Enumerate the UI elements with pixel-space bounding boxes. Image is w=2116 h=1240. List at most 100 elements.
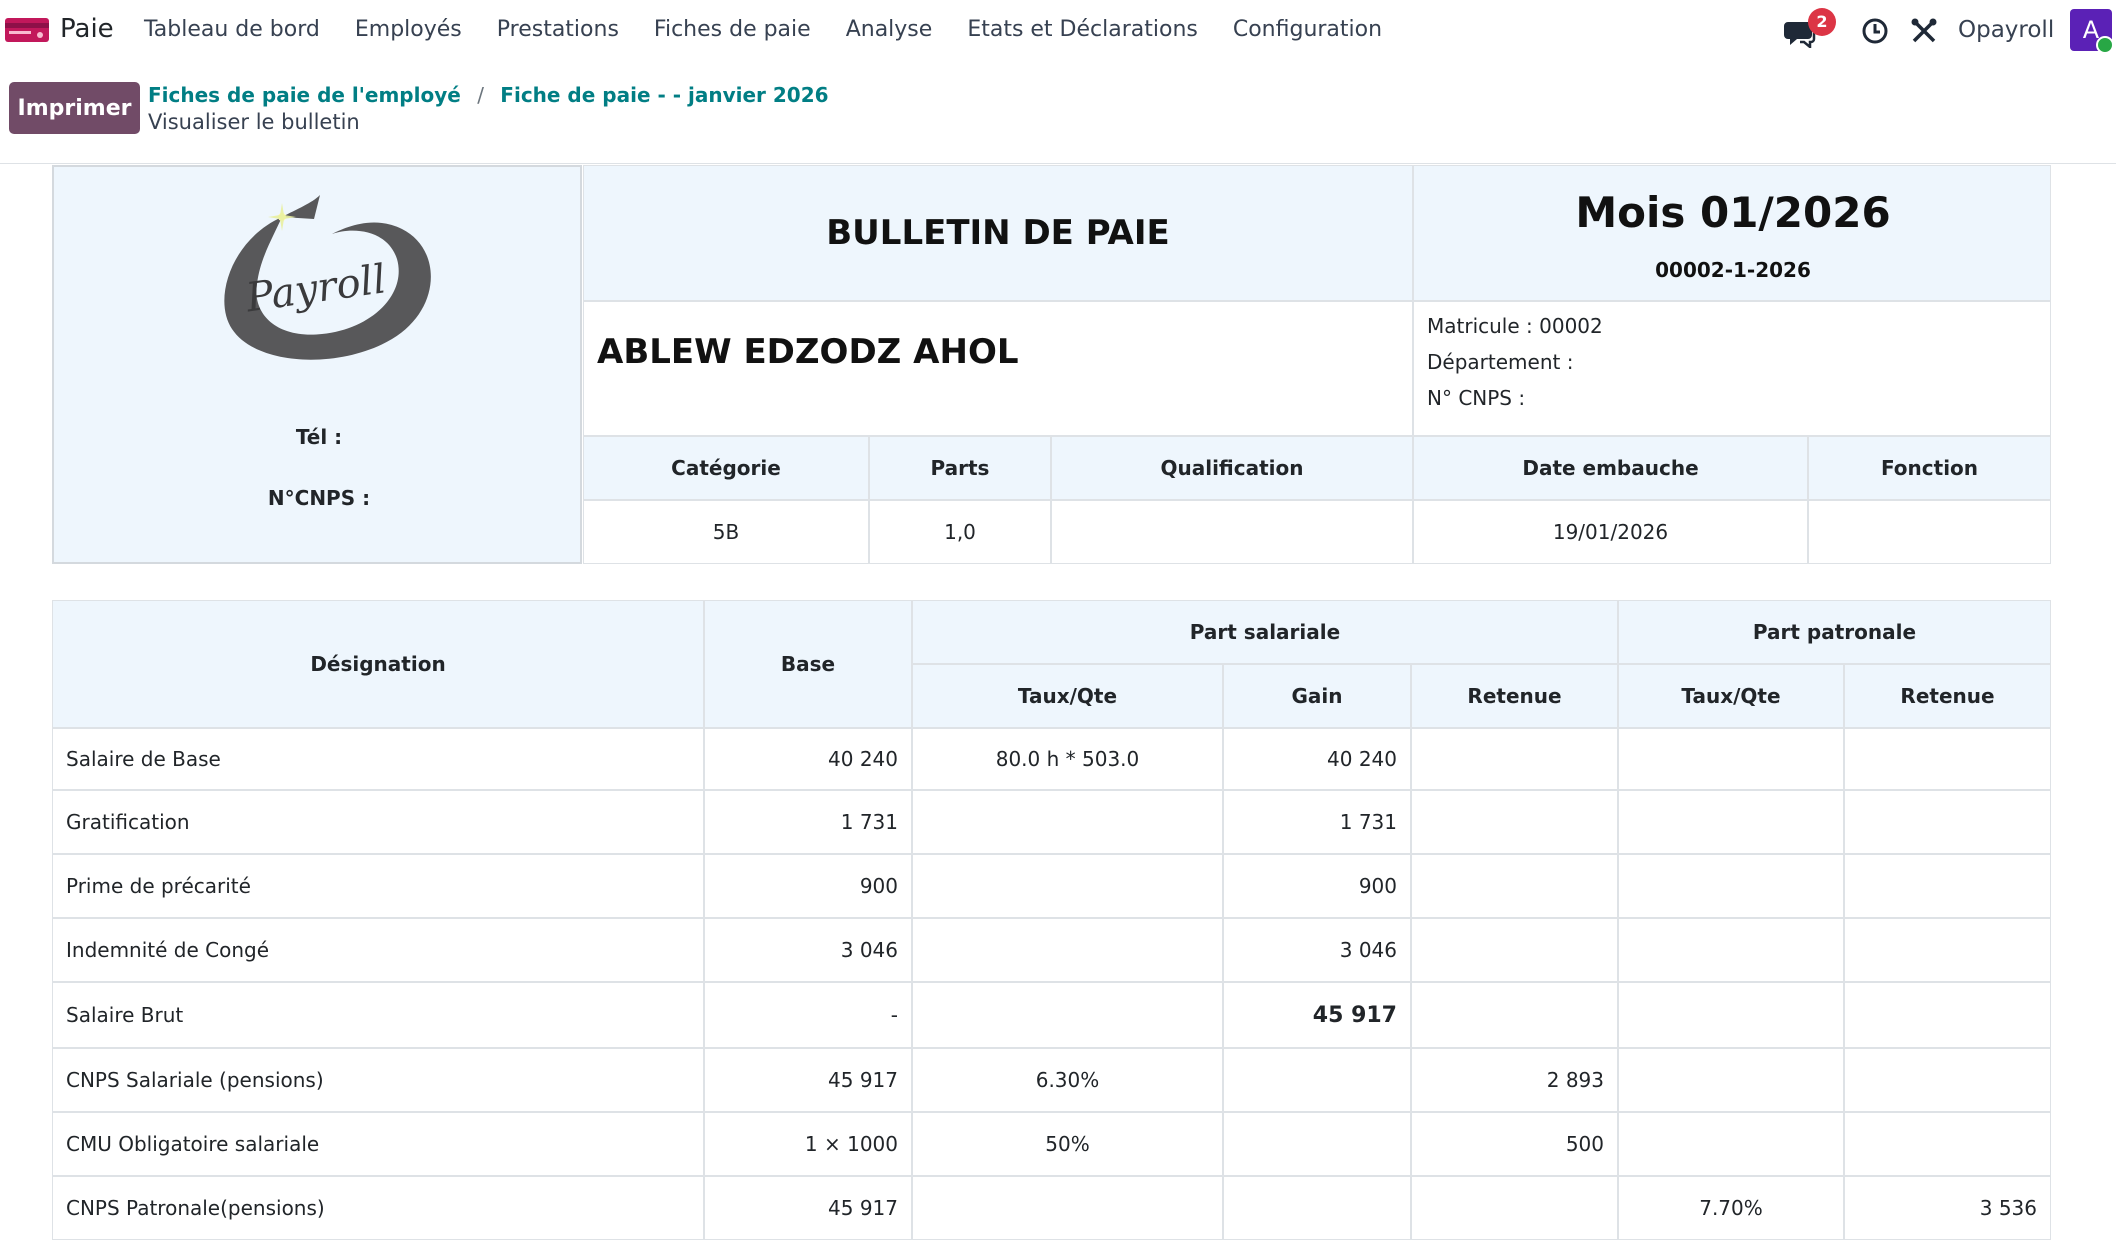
cell-retenue-salariale	[1411, 918, 1618, 982]
cell-retenue-patronale	[1844, 1112, 2051, 1176]
tools-icon[interactable]	[1909, 16, 1939, 46]
cell-retenue-salariale	[1411, 790, 1618, 854]
col-date-embauche: Date embauche	[1413, 436, 1808, 500]
print-button[interactable]: Imprimer	[9, 82, 140, 134]
cell-gain: 3 046	[1223, 918, 1411, 982]
cell-retenue-patronale: 3 536	[1844, 1176, 2051, 1240]
pay-month: Mois 01/2026	[1575, 188, 1891, 237]
cell-base: 45 917	[704, 1048, 912, 1112]
payroll-logo: Payroll	[224, 195, 431, 360]
main-menu: Tableau de bord Employés Prestations Fic…	[144, 17, 1417, 42]
cell-retenue-patronale	[1844, 790, 2051, 854]
employee-cnps: N° CNPS :	[1427, 386, 1526, 410]
cell-taux-patronal	[1618, 854, 1844, 918]
col-taux-salarial: Taux/Qte	[912, 664, 1223, 728]
cell-retenue-patronale	[1844, 728, 2051, 790]
value-qualification	[1051, 500, 1413, 564]
cell-retenue-patronale	[1844, 854, 2051, 918]
online-status-dot	[2096, 36, 2114, 54]
cell-retenue-salariale	[1411, 728, 1618, 790]
cell-base: 40 240	[704, 728, 912, 790]
breadcrumb-employee-payslips[interactable]: Fiches de paie de l'employé	[148, 83, 461, 107]
menu-configuration[interactable]: Configuration	[1233, 17, 1382, 42]
payroll-app-icon[interactable]	[5, 16, 49, 44]
cell-designation: Prime de précarité	[52, 854, 704, 918]
cell-taux-patronal	[1618, 728, 1844, 790]
menu-analyse[interactable]: Analyse	[846, 17, 933, 42]
col-gain: Gain	[1223, 664, 1411, 728]
cell-retenue-salariale: 2 893	[1411, 1048, 1618, 1112]
cell-taux-patronal	[1618, 790, 1844, 854]
col-designation: Désignation	[52, 600, 704, 728]
cell-retenue-salariale: 500	[1411, 1112, 1618, 1176]
cell-designation: Indemnité de Congé	[52, 918, 704, 982]
breadcrumb: Fiches de paie de l'employé / Fiche de p…	[148, 83, 829, 107]
cell-designation: CMU Obligatoire salariale	[52, 1112, 704, 1176]
cell-base: 3 046	[704, 918, 912, 982]
cell-taux-salarial	[912, 982, 1223, 1048]
menu-prestations[interactable]: Prestations	[497, 17, 619, 42]
company-phone-label: Tél :	[295, 425, 343, 449]
cell-gain: 45 917	[1223, 982, 1411, 1048]
menu-etats-declarations[interactable]: Etats et Déclarations	[967, 17, 1198, 42]
cell-taux-patronal	[1618, 982, 1844, 1048]
bulletin-title-cell: BULLETIN DE PAIE	[583, 165, 1413, 301]
cell-taux-salarial	[912, 1176, 1223, 1240]
clock-icon[interactable]	[1860, 16, 1890, 46]
cell-base: 1 × 1000	[704, 1112, 912, 1176]
cell-taux-patronal	[1618, 1048, 1844, 1112]
col-taux-patronal: Taux/Qte	[1618, 664, 1844, 728]
menu-employes[interactable]: Employés	[355, 17, 462, 42]
breadcrumb-separator: /	[477, 83, 484, 107]
cell-taux-patronal	[1618, 918, 1844, 982]
cell-taux-salarial	[912, 918, 1223, 982]
col-parts: Parts	[869, 436, 1051, 500]
cell-designation: CNPS Salariale (pensions)	[52, 1048, 704, 1112]
cell-gain: 40 240	[1223, 728, 1411, 790]
cell-gain	[1223, 1112, 1411, 1176]
cell-taux-patronal	[1618, 1112, 1844, 1176]
cell-designation: Salaire de Base	[52, 728, 704, 790]
cell-base: 45 917	[704, 1176, 912, 1240]
employee-name: ABLEW EDZODZ AHOL	[597, 332, 1019, 372]
group-part-salariale: Part salariale	[912, 600, 1618, 664]
page-subtitle: Visualiser le bulletin	[148, 110, 360, 134]
cell-taux-salarial: 80.0 h * 503.0	[912, 728, 1223, 790]
control-panel-divider	[0, 163, 2116, 164]
bulletin-title: BULLETIN DE PAIE	[826, 213, 1170, 253]
matricule: Matricule : 00002	[1427, 314, 1603, 338]
col-retenue-salariale: Retenue	[1411, 664, 1618, 728]
value-fonction	[1808, 500, 2051, 564]
cell-designation: Salaire Brut	[52, 982, 704, 1048]
company-logo-cell: Payroll Tél : N°CNPS :	[52, 165, 582, 564]
value-parts: 1,0	[869, 500, 1051, 564]
app-name[interactable]: Paie	[60, 14, 114, 44]
cell-gain: 900	[1223, 854, 1411, 918]
cell-retenue-patronale	[1844, 1048, 2051, 1112]
cell-retenue-salariale	[1411, 1176, 1618, 1240]
cell-retenue-salariale	[1411, 854, 1618, 918]
col-base: Base	[704, 600, 912, 728]
cell-retenue-patronale	[1844, 918, 2051, 982]
employee-name-cell: ABLEW EDZODZ AHOL	[583, 301, 1413, 436]
breadcrumb-payslip[interactable]: Fiche de paie - - janvier 2026	[500, 83, 828, 107]
col-qualification: Qualification	[1051, 436, 1413, 500]
top-navbar: Paie Tableau de bord Employés Prestation…	[0, 0, 2116, 62]
cell-gain: 1 731	[1223, 790, 1411, 854]
cell-designation: CNPS Patronale(pensions)	[52, 1176, 704, 1240]
menu-fiches-de-paie[interactable]: Fiches de paie	[654, 17, 811, 42]
cell-taux-salarial	[912, 790, 1223, 854]
company-cnps-label: N°CNPS :	[267, 486, 371, 510]
menu-tableau-de-bord[interactable]: Tableau de bord	[144, 17, 320, 42]
cell-taux-salarial: 6.30%	[912, 1048, 1223, 1112]
departement: Département :	[1427, 350, 1574, 374]
company-switcher[interactable]: Opayroll	[1958, 17, 2054, 43]
cell-taux-salarial: 50%	[912, 1112, 1223, 1176]
employee-info-cell: Matricule : 00002 Département : N° CNPS …	[1413, 301, 2051, 436]
cell-taux-patronal: 7.70%	[1618, 1176, 1844, 1240]
col-categorie: Catégorie	[583, 436, 869, 500]
period-cell: Mois 01/2026 00002-1-2026	[1413, 165, 2051, 301]
cell-designation: Gratification	[52, 790, 704, 854]
cell-base: -	[704, 982, 912, 1048]
group-part-patronale: Part patronale	[1618, 600, 2051, 664]
